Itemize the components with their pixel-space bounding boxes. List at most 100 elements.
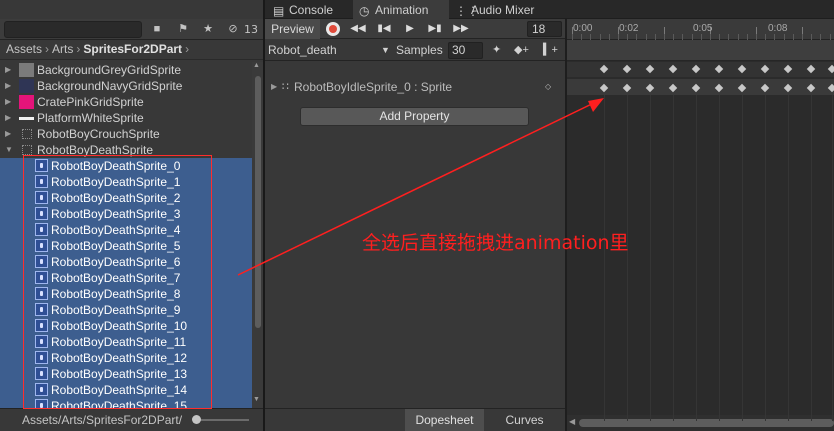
add-event-icon[interactable]: ▍+	[543, 42, 558, 59]
asset-label: RobotBoyCrouchSprite	[37, 127, 160, 141]
sprite-row-selected[interactable]: RobotBoyDeathSprite_11	[0, 334, 252, 350]
next-keyframe-icon[interactable]: ▶▮	[425, 20, 445, 38]
sprite-icon	[35, 191, 48, 204]
favorite-star-icon[interactable]: ★	[197, 21, 219, 38]
sprite-row-selected[interactable]: RobotBoyDeathSprite_10	[0, 318, 252, 334]
sprite-label: RobotBoyDeathSprite_15	[51, 399, 188, 408]
animation-control-bar: Preview ◀◀ ▮◀ ▶ ▶▮ ▶▶ 18	[265, 19, 565, 39]
tab-console[interactable]: ▤ Console	[267, 0, 353, 19]
samples-field[interactable]: 30	[448, 42, 483, 59]
clip-name: Robot_death	[268, 43, 337, 57]
sprite-label: RobotBoyDeathSprite_1	[51, 175, 181, 189]
asset-row[interactable]: ▶ CratePinkGridSprite	[0, 94, 252, 110]
last-keyframe-icon[interactable]: ▶▶	[451, 20, 471, 38]
asset-row[interactable]: ▶ PlatformWhiteSprite	[0, 110, 252, 126]
sprite-row-selected[interactable]: RobotBoyDeathSprite_15	[0, 398, 252, 408]
sprite-row-selected[interactable]: RobotBoyDeathSprite_6	[0, 254, 252, 270]
hidden-packages-count: 13	[244, 23, 258, 36]
fold-closed-icon[interactable]: ▶	[5, 126, 11, 142]
tab-animation[interactable]: ◷ Animation	[353, 0, 449, 19]
asset-label: PlatformWhiteSprite	[37, 111, 144, 125]
animated-property-row[interactable]: ▶ ∷ RobotBoyIdleSprite_0 : Sprite ◇	[265, 78, 565, 96]
preview-button[interactable]: Preview	[265, 19, 320, 39]
hidden-packages-icon[interactable]: ⊘	[222, 21, 244, 38]
keyframe-diamond-icon[interactable]: ◇	[545, 78, 551, 96]
sprite-icon	[35, 223, 48, 236]
fold-closed-icon[interactable]: ▶	[5, 94, 11, 110]
sprite-icon	[35, 271, 48, 284]
sprite-label: RobotBoyDeathSprite_0	[51, 159, 181, 173]
scroll-down-icon[interactable]: ▼	[253, 396, 260, 403]
sprite-thumbnail-icon	[22, 145, 32, 155]
sprite-row-selected[interactable]: RobotBoyDeathSprite_3	[0, 206, 252, 222]
scroll-left-icon[interactable]: ◀	[569, 417, 575, 426]
sprite-row-selected[interactable]: RobotBoyDeathSprite_7	[0, 270, 252, 286]
label-tag-icon[interactable]: ⚑	[172, 21, 194, 38]
first-keyframe-icon[interactable]: ◀◀	[348, 20, 368, 38]
asset-row[interactable]: ▶ BackgroundGreyGridSprite	[0, 62, 252, 78]
sprite-row-selected[interactable]: RobotBoyDeathSprite_0	[0, 158, 252, 174]
asset-row[interactable]: ▶ BackgroundNavyGridSprite	[0, 78, 252, 94]
event-strip[interactable]	[567, 40, 834, 61]
sprite-icon	[35, 303, 48, 316]
search-by-type-icon[interactable]: ■	[146, 21, 168, 38]
chevron-right-icon: ›	[185, 42, 190, 56]
sprite-row-selected[interactable]: RobotBoyDeathSprite_8	[0, 286, 252, 302]
asset-row[interactable]: ▶ RobotBoyCrouchSprite	[0, 126, 252, 142]
keyframe-snap-icon[interactable]: ✦	[492, 42, 501, 59]
add-keyframe-icon[interactable]: ◆+	[514, 42, 529, 59]
sprite-label: RobotBoyDeathSprite_12	[51, 351, 188, 365]
record-icon[interactable]	[326, 22, 340, 36]
sprite-row-selected[interactable]: RobotBoyDeathSprite_12	[0, 350, 252, 366]
curves-button[interactable]: Curves	[484, 409, 565, 431]
sprite-row-selected[interactable]: RobotBoyDeathSprite_14	[0, 382, 252, 398]
fold-open-icon[interactable]: ▼	[5, 142, 13, 158]
animation-window: ▤ Console ◷ Animation ⋮⋮ Audio Mixer Pre…	[265, 0, 834, 431]
sprite-row-selected[interactable]: RobotBoyDeathSprite_9	[0, 302, 252, 318]
sprite-row-selected[interactable]: RobotBoyDeathSprite_5	[0, 238, 252, 254]
sprite-label: RobotBoyDeathSprite_6	[51, 255, 181, 269]
sprite-row-selected[interactable]: RobotBoyDeathSprite_13	[0, 366, 252, 382]
scroll-up-icon[interactable]: ▲	[253, 62, 260, 69]
timeline-horizontal-scrollbar[interactable]: ◀	[567, 415, 834, 431]
sprite-label: RobotBoyDeathSprite_3	[51, 207, 181, 221]
frame-grid-line	[650, 95, 651, 421]
chevron-right-icon: ›	[45, 42, 50, 56]
breadcrumb-assets[interactable]: Assets	[6, 42, 42, 56]
selected-asset-path: Assets/Arts/SpritesFor2DPart/	[22, 413, 183, 427]
fold-closed-icon[interactable]: ▶	[5, 78, 11, 94]
time-ruler[interactable]: 0:00 0:02 0:05 0:08	[567, 19, 834, 40]
ruler-time-label: 0:02	[619, 23, 639, 34]
current-frame-field[interactable]: 18	[527, 21, 562, 37]
fold-closed-icon[interactable]: ▶	[5, 110, 11, 126]
sprite-thumbnail-icon	[19, 79, 34, 93]
project-scrollbar[interactable]: ▲ ▼	[252, 62, 263, 408]
sprite-icon	[35, 383, 48, 396]
scrollbar-thumb[interactable]	[255, 76, 261, 328]
dopesheet-timeline[interactable]: 0:00 0:02 0:05 0:08 ◀	[567, 19, 834, 431]
icon-size-slider[interactable]	[197, 419, 249, 421]
breadcrumb-current-folder[interactable]: SpritesFor2DPart	[83, 42, 182, 56]
asset-row[interactable]: ▼ RobotBoyDeathSprite	[0, 142, 252, 158]
project-search-input[interactable]	[4, 21, 142, 38]
project-asset-tree: ▶ BackgroundGreyGridSprite ▶ BackgroundNavy…	[0, 62, 252, 408]
tab-audio-mixer[interactable]: ⋮⋮ Audio Mixer	[449, 0, 559, 19]
sprite-row-selected[interactable]: RobotBoyDeathSprite_1	[0, 174, 252, 190]
scrollbar-thumb[interactable]	[579, 419, 834, 427]
add-property-button[interactable]: Add Property	[300, 107, 529, 126]
sprite-row-selected[interactable]: RobotBoyDeathSprite_4	[0, 222, 252, 238]
breadcrumb-arts[interactable]: Arts	[52, 42, 73, 56]
fold-arrow-icon[interactable]: ▶	[271, 78, 277, 96]
asset-label: CratePinkGridSprite	[37, 95, 144, 109]
icon-size-slider-knob[interactable]	[192, 415, 201, 424]
sprite-row-selected[interactable]: RobotBoyDeathSprite_2	[0, 190, 252, 206]
asset-label: BackgroundGreyGridSprite	[37, 63, 182, 77]
previous-keyframe-icon[interactable]: ▮◀	[374, 20, 394, 38]
clip-dropdown[interactable]: Robot_death ▼	[268, 42, 390, 59]
sprite-icon	[35, 287, 48, 300]
dopesheet-button[interactable]: Dopesheet	[405, 409, 484, 431]
sprite-label: RobotBoyDeathSprite_11	[51, 335, 187, 349]
play-icon[interactable]: ▶	[400, 20, 420, 38]
sprite-label: RobotBoyDeathSprite_2	[51, 191, 181, 205]
fold-closed-icon[interactable]: ▶	[5, 62, 11, 78]
